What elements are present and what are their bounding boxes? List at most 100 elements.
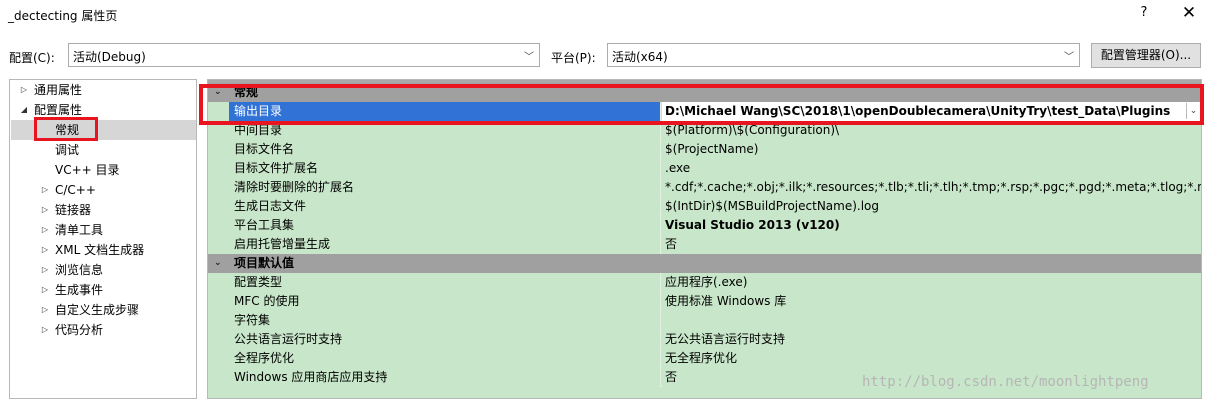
window-title: _dectecting 属性页 [8, 9, 118, 23]
row-gutter [208, 235, 229, 254]
config-label: 配置(C): [9, 51, 55, 65]
property-name[interactable]: Windows 应用商店应用支持 [229, 368, 661, 387]
tree-item-label: 生成事件 [55, 283, 104, 297]
row-gutter [208, 140, 229, 159]
expander-icon[interactable]: ▷ [39, 260, 51, 280]
tree-item-label: 链接器 [55, 203, 92, 217]
property-grid: ⌄ 常规 输出目录 D:\Michael Wang\SC\2018\1\openDou… [207, 79, 1202, 399]
property-value-text: $(Platform)\$(Configuration)\ [665, 123, 840, 137]
close-button[interactable]: ✕ [1176, 3, 1202, 23]
chevron-down-icon: ﹀ [1064, 52, 1074, 63]
tree-item-label: 通用属性 [34, 83, 83, 97]
platform-label: 平台(P): [551, 51, 596, 65]
collapse-icon[interactable]: ⌄ [214, 254, 222, 273]
config-toolbar: 配置(C): 活动(Debug) ﹀ 平台(P): 活动(x64) ﹀ 配置管理… [0, 38, 1214, 74]
property-name[interactable]: 字符集 [229, 311, 661, 330]
property-value-text: 使用标准 Windows 库 [665, 294, 787, 308]
platform-value: 活动(x64) [612, 50, 668, 64]
watermark: http://blog.csdn.net/moonlightpeng [862, 374, 1149, 390]
property-value-text: 否 [665, 370, 678, 384]
property-value[interactable]: $(IntDir)$(MSBuildProjectName).log [662, 197, 1201, 216]
property-row[interactable]: 配置类型 应用程序(.exe) [208, 273, 1201, 292]
property-row[interactable]: 全程序优化 无全程序优化 [208, 349, 1201, 368]
tree-item-label: XML 文档生成器 [55, 243, 145, 257]
property-name[interactable]: 生成日志文件 [229, 197, 661, 216]
row-gutter [208, 197, 229, 216]
row-gutter [208, 368, 229, 387]
property-name[interactable]: 配置类型 [229, 273, 661, 292]
config-value: 活动(Debug) [73, 50, 146, 64]
row-gutter [208, 330, 229, 349]
property-value[interactable]: 应用程序(.exe) [662, 273, 1201, 292]
expander-icon[interactable]: ▷ [39, 240, 51, 260]
tree-item-label: 代码分析 [55, 323, 104, 337]
property-value-text: Visual Studio 2013 (v120) [665, 218, 840, 232]
property-row[interactable]: 平台工具集 Visual Studio 2013 (v120) [208, 216, 1201, 235]
tree-item-label: 清单工具 [55, 223, 104, 237]
expander-icon[interactable]: ▷ [39, 280, 51, 300]
property-value-text: $(IntDir)$(MSBuildProjectName).log [665, 199, 880, 213]
property-name[interactable]: 平台工具集 [229, 216, 661, 235]
property-row[interactable]: 清除时要删除的扩展名 *.cdf;*.cache;*.obj;*.ilk;*.re… [208, 178, 1202, 197]
property-value-text: $(ProjectName) [665, 142, 759, 156]
row-gutter [208, 349, 229, 368]
property-name[interactable]: 目标文件扩展名 [229, 159, 661, 178]
property-name[interactable]: 全程序优化 [229, 349, 661, 368]
property-name[interactable]: 公共语言运行时支持 [229, 330, 661, 349]
property-value[interactable] [662, 311, 1201, 330]
property-row[interactable]: 目标文件扩展名 .exe [208, 159, 1201, 178]
property-row[interactable]: 启用托管增量生成否 [208, 235, 1201, 254]
category-label: 项目默认值 [234, 256, 295, 270]
expander-icon[interactable]: ▷ [39, 220, 51, 240]
tree-item-label: 调试 [55, 143, 80, 157]
property-value-text: 无公共语言运行时支持 [665, 332, 786, 346]
expander-icon[interactable]: ▷ [18, 80, 30, 100]
expander-icon[interactable]: ▷ [39, 180, 51, 200]
property-value[interactable]: $(ProjectName) [662, 140, 1201, 159]
platform-combo[interactable]: 活动(x64) ﹀ [607, 43, 1080, 67]
annotation-box [199, 84, 1204, 125]
property-row[interactable]: 生成日志文件 $(IntDir)$(MSBuildProjectName).log [208, 197, 1201, 216]
property-value[interactable]: 无全程序优化 [662, 349, 1201, 368]
property-value[interactable]: Visual Studio 2013 (v120) [662, 216, 1201, 235]
tree-item-label: C/C++ [55, 183, 96, 197]
expander-icon[interactable]: ▷ [39, 320, 51, 340]
property-value-text: .exe [665, 161, 691, 175]
property-row[interactable]: MFC 的使用 使用标准 Windows 库 [208, 292, 1201, 311]
property-row[interactable]: 字符集 [208, 311, 1201, 330]
property-row[interactable]: 目标文件名 $(ProjectName) [208, 140, 1201, 159]
row-gutter [208, 159, 229, 178]
config-manager-button[interactable]: 配置管理器(O)... [1091, 43, 1201, 68]
property-value[interactable]: *.cdf;*.cache;*.obj;*.ilk;*.resources;*.… [662, 178, 1202, 197]
property-value[interactable]: 无公共语言运行时支持 [662, 330, 1201, 349]
config-combo[interactable]: 活动(Debug) ﹀ [68, 43, 540, 67]
row-gutter [208, 292, 229, 311]
property-row[interactable]: 公共语言运行时支持 无公共语言运行时支持 [208, 330, 1201, 349]
title-bar: _dectecting 属性页 ? ✕ [0, 0, 1214, 30]
expander-icon[interactable]: ◢ [18, 100, 30, 120]
property-name[interactable]: 目标文件名 [229, 140, 661, 159]
row-gutter [208, 311, 229, 330]
tree-item-label: 浏览信息 [55, 263, 104, 277]
property-value[interactable]: 否 [662, 235, 1201, 254]
tree-item-label: 自定义生成步骤 [55, 303, 140, 317]
property-name[interactable]: 启用托管增量生成 [229, 235, 661, 254]
property-value-text: *.cdf;*.cache;*.obj;*.ilk;*.resources;*.… [665, 180, 1202, 194]
property-value-text: 否 [665, 237, 678, 251]
property-value-text: 应用程序(.exe) [665, 275, 748, 289]
chevron-down-icon: ﹀ [524, 52, 534, 63]
property-name[interactable]: 清除时要删除的扩展名 [229, 178, 661, 197]
row-gutter [208, 216, 229, 235]
expander-icon[interactable]: ▷ [39, 300, 51, 320]
property-value-text: 无全程序优化 [665, 351, 738, 365]
property-value[interactable]: .exe [662, 159, 1201, 178]
property-name[interactable]: MFC 的使用 [229, 292, 661, 311]
tree-item-label: VC++ 目录 [55, 163, 120, 177]
expander-icon[interactable]: ▷ [39, 200, 51, 220]
help-button[interactable]: ? [1134, 5, 1154, 20]
property-value[interactable]: 使用标准 Windows 库 [662, 292, 1201, 311]
category-header[interactable]: ⌄ 项目默认值 [208, 254, 1201, 273]
annotation-box [34, 117, 98, 141]
row-gutter [208, 273, 229, 292]
row-gutter [208, 178, 229, 197]
